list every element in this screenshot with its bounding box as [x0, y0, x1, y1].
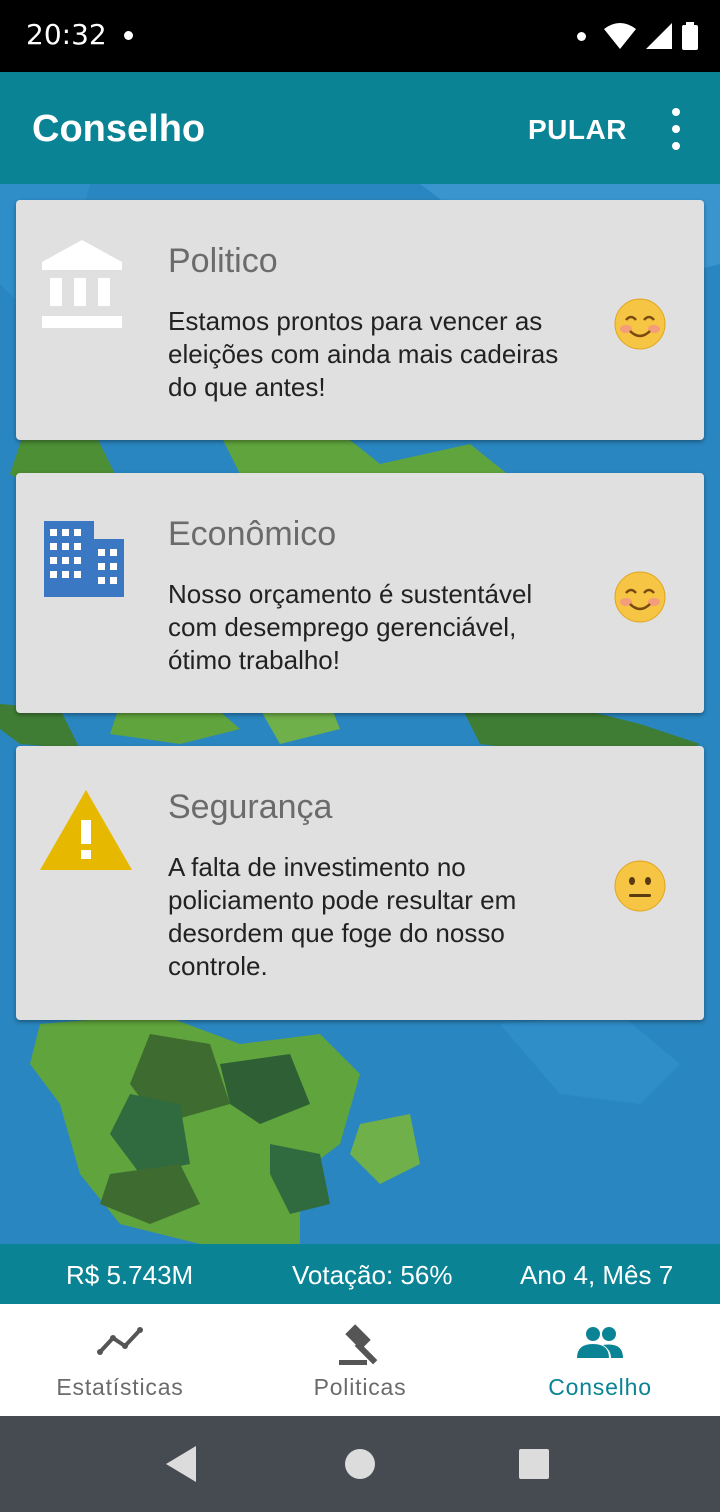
bank-icon [42, 240, 122, 328]
status-icons [577, 20, 698, 52]
neutral-face-icon [614, 860, 666, 912]
home-icon[interactable] [344, 1448, 376, 1480]
smiling-face-icon [614, 571, 666, 623]
battery-icon [682, 22, 698, 50]
advisor-message: Nosso orçamento é sustentável com desemp… [168, 579, 533, 675]
nav-item-conselho[interactable]: Conselho [480, 1304, 720, 1416]
system-navigation-bar [0, 1416, 720, 1512]
advisor-card-economico[interactable]: Econômico Nosso orçamento é sustentável … [16, 473, 704, 713]
advisor-message: Estamos prontos para vencer as eleições … [168, 306, 559, 402]
money-value: R$ 5.743M [66, 1260, 194, 1290]
game-stats-bar: R$ 5.743M Votação: 56% Ano 4, Mês 7 [0, 1244, 720, 1304]
page-title: Conselho [32, 108, 206, 150]
status-bar: 20:32 [0, 0, 720, 72]
advisor-message: A falta de investimento no policiamento … [168, 852, 517, 981]
nav-item-politicas[interactable]: Politicas [240, 1304, 480, 1416]
app-bar: Conselho PULAR [0, 72, 720, 184]
warning-icon [40, 790, 132, 870]
more-options-button[interactable] [660, 108, 692, 150]
nav-label: Conselho [548, 1374, 652, 1400]
advisor-title: Segurança [168, 788, 333, 826]
bottom-navigation: Estatísticas Politicas Conselho [0, 1304, 720, 1416]
date-value: Ano 4, Mês 7 [520, 1260, 674, 1290]
nav-label: Politicas [313, 1374, 407, 1400]
advisor-card-seguranca[interactable]: Segurança A falta de investimento no pol… [16, 746, 704, 1020]
advisor-card-politico[interactable]: Politico Estamos prontos para vencer as … [16, 200, 704, 440]
recents-icon[interactable] [519, 1449, 549, 1479]
skip-button[interactable]: PULAR [528, 114, 627, 146]
status-time: 20:32 [26, 18, 107, 51]
vote-value: Votação: 56% [292, 1260, 453, 1290]
building-icon [44, 521, 124, 597]
notification-dot-icon [124, 31, 133, 40]
notification-dot-icon [577, 31, 586, 41]
wifi-icon [604, 23, 636, 49]
gavel-icon [339, 1324, 378, 1365]
advisor-title: Politico [168, 242, 278, 280]
people-icon [577, 1327, 623, 1358]
nav-item-estatisticas[interactable]: Estatísticas [0, 1304, 240, 1416]
cell-signal-icon [646, 23, 672, 49]
advisor-title: Econômico [168, 515, 337, 553]
back-icon[interactable] [166, 1446, 196, 1482]
trending-icon [97, 1327, 143, 1355]
nav-label: Estatísticas [56, 1374, 184, 1400]
smiling-face-icon [614, 298, 666, 350]
